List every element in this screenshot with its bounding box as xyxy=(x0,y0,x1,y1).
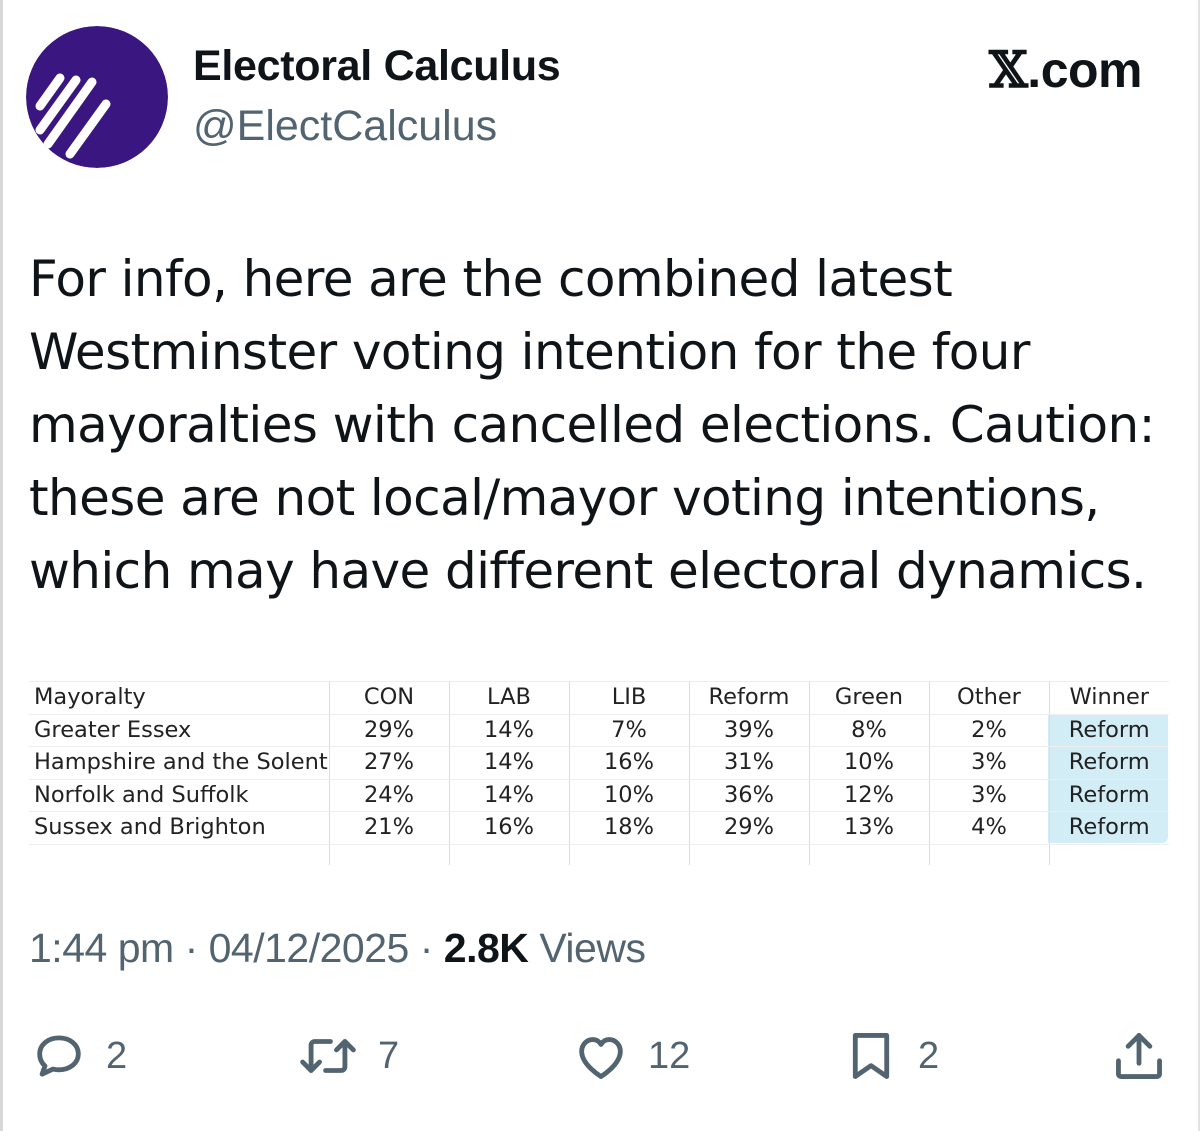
table-cell: 10% xyxy=(809,746,930,780)
voting-intention-table-image[interactable]: Mayoralty CON LAB LIB Reform Green Other… xyxy=(29,681,1169,865)
avatar[interactable] xyxy=(26,26,168,168)
table-cell: 10% xyxy=(569,779,690,812)
table-cell: 14% xyxy=(449,714,570,747)
table-cell: Sussex and Brighton xyxy=(29,811,330,845)
column-header: Mayoralty xyxy=(29,681,330,715)
reply-icon xyxy=(37,1035,81,1077)
source-label: 𝕏.com xyxy=(989,40,1142,99)
table-cell: 8% xyxy=(809,714,930,747)
repost-icon xyxy=(300,1039,356,1073)
table-cell: 7% xyxy=(569,714,690,747)
table-cell: Reform xyxy=(1049,811,1169,845)
source-domain: .com xyxy=(1027,42,1142,98)
share-icon xyxy=(1116,1033,1162,1079)
table-cell: 36% xyxy=(689,779,810,812)
author-display-name[interactable]: Electoral Calculus xyxy=(193,42,561,91)
table-cell: 2% xyxy=(929,714,1050,747)
column-header: Reform xyxy=(689,681,810,715)
views-label: Views xyxy=(539,925,646,971)
table-cell: 31% xyxy=(689,746,810,780)
tweet-text-line: For info, here are the combined latest xyxy=(29,250,953,308)
tweet-text-line: Westminster voting intention for the fou… xyxy=(29,323,1030,381)
table-cell: 39% xyxy=(689,714,810,747)
table-cell: 4% xyxy=(929,811,1050,845)
meta-separator: · xyxy=(419,925,434,971)
x-logo-icon: 𝕏 xyxy=(989,40,1028,99)
table-cell: 3% xyxy=(929,746,1050,780)
table-row: Hampshire and the Solent 27% 14% 16% 31%… xyxy=(29,746,1169,780)
table-header-row: Mayoralty CON LAB LIB Reform Green Other… xyxy=(29,681,1169,715)
reply-button[interactable]: 2 xyxy=(30,1026,127,1086)
table-cell: Greater Essex xyxy=(29,714,330,747)
table-cell: 14% xyxy=(449,779,570,812)
table-cell: 27% xyxy=(329,746,450,780)
table-cell: 21% xyxy=(329,811,450,845)
table-cell: 29% xyxy=(689,811,810,845)
column-header: Other xyxy=(929,681,1050,715)
table-cell: Reform xyxy=(1049,746,1169,780)
bookmark-count: 2 xyxy=(918,1034,940,1077)
column-header: LIB xyxy=(569,681,690,715)
electoral-calculus-logo-icon xyxy=(26,26,168,168)
repost-button[interactable]: 7 xyxy=(296,1026,399,1086)
like-button[interactable]: 12 xyxy=(572,1026,690,1086)
timestamp-time[interactable]: 1:44 pm xyxy=(29,925,174,971)
table-cell: 24% xyxy=(329,779,450,812)
views-count: 2.8K xyxy=(443,925,529,971)
table-cell: Hampshire and the Solent xyxy=(29,746,330,780)
tweet-text-line: these are not local/mayor voting intenti… xyxy=(29,469,1100,527)
table-row: Norfolk and Suffolk 24% 14% 10% 36% 12% … xyxy=(29,779,1169,812)
table-row: Sussex and Brighton 21% 16% 18% 29% 13% … xyxy=(29,811,1169,845)
table-cell: 16% xyxy=(449,811,570,845)
table-cell: Norfolk and Suffolk xyxy=(29,779,330,812)
table-cell: 18% xyxy=(569,811,690,845)
column-header: Green xyxy=(809,681,930,715)
table-cell: 29% xyxy=(329,714,450,747)
table-cell: 16% xyxy=(569,746,690,780)
table-empty-row xyxy=(29,844,1169,865)
bookmark-icon xyxy=(852,1033,890,1079)
tweet-meta: 1:44 pm · 04/12/2025 · 2.8K Views xyxy=(29,925,646,972)
table-cell: 12% xyxy=(809,779,930,812)
timestamp-date[interactable]: 04/12/2025 xyxy=(209,925,410,971)
tweet-text-line: mayoralties with cancelled elections. Ca… xyxy=(29,396,1155,454)
table-cell: 13% xyxy=(809,811,930,845)
like-count: 12 xyxy=(648,1034,691,1077)
table-cell: 3% xyxy=(929,779,1050,812)
repost-count: 7 xyxy=(378,1034,400,1077)
bookmark-button[interactable]: 2 xyxy=(842,1026,939,1086)
table-cell: Reform xyxy=(1049,714,1169,747)
column-header: CON xyxy=(329,681,450,715)
table-row: Greater Essex 29% 14% 7% 39% 8% 2% Refor… xyxy=(29,714,1169,747)
tweet-text: For info, here are the combined latest W… xyxy=(29,243,1179,608)
voting-intention-table: Mayoralty CON LAB LIB Reform Green Other… xyxy=(29,681,1169,865)
table-cell: Reform xyxy=(1049,779,1169,812)
author-handle[interactable]: @ElectCalculus xyxy=(193,102,497,151)
reply-count: 2 xyxy=(106,1034,128,1077)
column-header: Winner xyxy=(1049,681,1169,715)
tweet-text-line: which may have different electoral dynam… xyxy=(29,542,1147,600)
column-header: LAB xyxy=(449,681,570,715)
left-edge-border xyxy=(0,0,3,1131)
heart-icon xyxy=(579,1037,623,1079)
table-cell: 14% xyxy=(449,746,570,780)
meta-separator: · xyxy=(184,925,199,971)
share-button[interactable] xyxy=(1110,1026,1168,1086)
